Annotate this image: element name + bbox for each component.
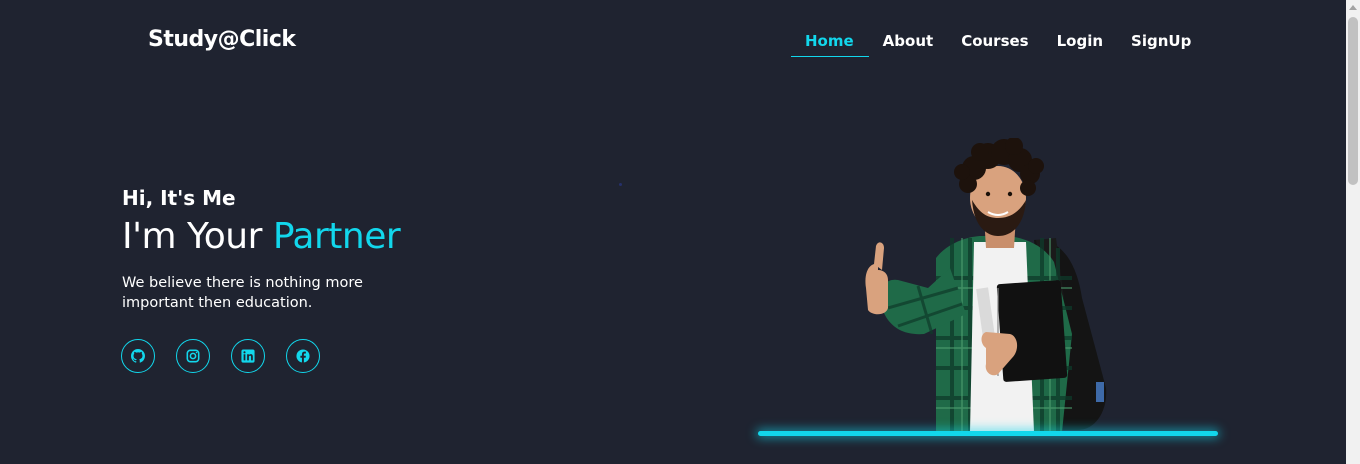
instagram-icon	[186, 349, 200, 363]
main-nav: Home About Courses Login SignUp	[791, 30, 1205, 58]
headline-accent: Partner	[272, 216, 401, 257]
scroll-up-icon[interactable]	[1349, 5, 1357, 10]
github-icon	[131, 349, 145, 363]
student-image	[865, 138, 1107, 432]
social-links	[121, 339, 341, 373]
page-scrollbar[interactable]	[1346, 0, 1360, 464]
hero-greeting: Hi, It's Me	[122, 186, 236, 210]
headline-prefix: I'm Your	[122, 216, 273, 257]
site-logo[interactable]: Study@Click	[148, 27, 296, 52]
hero-headline: I'm Your Partner	[122, 216, 401, 257]
linkedin-icon	[241, 349, 255, 363]
nav-about[interactable]: About	[869, 30, 948, 57]
nav-courses[interactable]: Courses	[947, 30, 1042, 57]
nav-login[interactable]: Login	[1043, 30, 1117, 57]
scrollbar-thumb[interactable]	[1348, 17, 1358, 185]
hero-underline	[758, 431, 1218, 436]
facebook-link[interactable]	[286, 339, 320, 373]
hero-description: We believe there is nothing more importa…	[122, 275, 363, 311]
nav-home[interactable]: Home	[791, 30, 869, 57]
linkedin-link[interactable]	[231, 339, 265, 373]
github-link[interactable]	[121, 339, 155, 373]
instagram-link[interactable]	[176, 339, 210, 373]
page: Study@Click Home About Courses Login Sig…	[0, 0, 1360, 464]
nav-signup[interactable]: SignUp	[1117, 30, 1205, 57]
facebook-icon	[296, 349, 310, 363]
decorative-dot	[619, 183, 622, 186]
